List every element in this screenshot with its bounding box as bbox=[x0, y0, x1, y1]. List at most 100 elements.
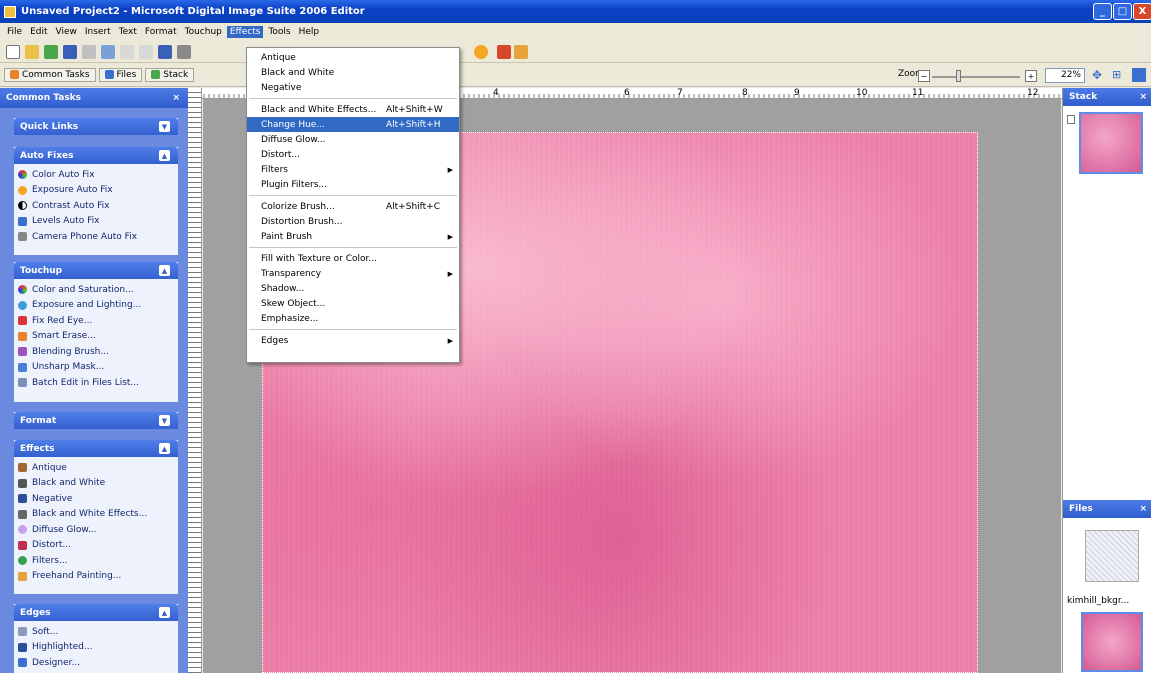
maximize-button[interactable]: □ bbox=[1113, 3, 1132, 20]
tab-common-tasks[interactable]: Common Tasks bbox=[4, 67, 96, 82]
chevron-up-icon[interactable]: ▲ bbox=[159, 607, 170, 618]
copy-icon[interactable] bbox=[177, 44, 191, 59]
email-icon[interactable] bbox=[101, 44, 115, 59]
list-item[interactable]: Color and Saturation... bbox=[14, 282, 178, 298]
close-button[interactable]: X bbox=[1133, 3, 1151, 20]
section-header-format[interactable]: Format ▼ bbox=[14, 412, 178, 429]
list-item[interactable]: Antique bbox=[14, 460, 178, 476]
list-item[interactable]: Batch Edit in Files List... bbox=[14, 375, 178, 391]
menu-item-paint-brush[interactable]: Paint Brush ▶ bbox=[247, 229, 459, 244]
menu-item-distort[interactable]: Distort... bbox=[247, 147, 459, 162]
zoom-in-button[interactable]: + bbox=[1025, 70, 1037, 82]
menu-help[interactable]: Help bbox=[296, 26, 323, 38]
import-icon[interactable] bbox=[44, 44, 58, 59]
list-item[interactable]: Distort... bbox=[14, 538, 178, 554]
chevron-down-icon[interactable]: ▼ bbox=[159, 415, 170, 426]
red-eye-icon bbox=[18, 316, 27, 326]
menu-item-antique[interactable]: Antique bbox=[247, 50, 459, 65]
list-item[interactable]: Exposure and Lighting... bbox=[14, 298, 178, 314]
menu-item-colorize-brush[interactable]: Colorize Brush... Alt+Shift+C bbox=[247, 199, 459, 214]
zoom-slider[interactable] bbox=[932, 76, 1020, 78]
list-item[interactable]: Designer... bbox=[14, 655, 178, 671]
fit-icon[interactable]: ⊞ bbox=[1112, 68, 1121, 81]
menu-view[interactable]: View bbox=[53, 26, 80, 38]
menu-item-transparency[interactable]: Transparency ▶ bbox=[247, 266, 459, 281]
undo-icon[interactable] bbox=[120, 44, 134, 59]
sun-effect-icon[interactable] bbox=[474, 45, 488, 59]
menu-item-black-and-white[interactable]: Black and White bbox=[247, 65, 459, 80]
zoom-out-button[interactable]: − bbox=[918, 70, 930, 82]
section-header-edges[interactable]: Edges ▲ bbox=[14, 604, 178, 621]
list-item[interactable]: Smart Erase... bbox=[14, 329, 178, 345]
open-icon[interactable] bbox=[25, 44, 39, 59]
cut-icon[interactable] bbox=[158, 44, 172, 59]
minimize-button[interactable]: _ bbox=[1093, 3, 1112, 20]
new-icon[interactable] bbox=[6, 44, 20, 59]
stack-thumbnail[interactable] bbox=[1079, 112, 1143, 174]
list-item[interactable]: Unsharp Mask... bbox=[14, 360, 178, 376]
menu-effects[interactable]: Effects bbox=[226, 26, 264, 38]
zoom-value-field[interactable]: 22% bbox=[1045, 68, 1085, 83]
adjust-icon[interactable] bbox=[497, 45, 511, 59]
list-item[interactable]: Blending Brush... bbox=[14, 344, 178, 360]
chevron-up-icon[interactable]: ▲ bbox=[159, 150, 170, 161]
menu-edit[interactable]: Edit bbox=[27, 26, 50, 38]
menu-item-diffuse-glow[interactable]: Diffuse Glow... bbox=[247, 132, 459, 147]
menu-tools[interactable]: Tools bbox=[265, 26, 293, 38]
menu-item-bw-effects[interactable]: Black and White Effects... Alt+Shift+W bbox=[247, 102, 459, 117]
window-title-bar[interactable]: Unsaved Project2 - Microsoft Digital Ima… bbox=[0, 0, 1151, 23]
menu-item-emphasize[interactable]: Emphasize... bbox=[247, 311, 459, 326]
menu-item-change-hue[interactable]: Change Hue... Alt+Shift+H bbox=[247, 117, 459, 132]
file-thumbnail[interactable] bbox=[1085, 530, 1139, 582]
list-item[interactable]: Camera Phone Auto Fix bbox=[14, 229, 178, 245]
section-header-quick-links[interactable]: Quick Links ▼ bbox=[14, 118, 178, 135]
section-header-auto-fixes[interactable]: Auto Fixes ▲ bbox=[14, 147, 178, 164]
chevron-up-icon[interactable]: ▲ bbox=[159, 443, 170, 454]
redo-icon[interactable] bbox=[139, 44, 153, 59]
menu-item-negative[interactable]: Negative bbox=[247, 80, 459, 95]
list-item[interactable]: Color Auto Fix bbox=[14, 167, 178, 183]
save-icon[interactable] bbox=[63, 44, 77, 59]
tab-stack-label: Stack bbox=[163, 69, 189, 80]
list-item[interactable]: Fix Red Eye... bbox=[14, 313, 178, 329]
list-item[interactable]: Negative bbox=[14, 491, 178, 507]
tab-files[interactable]: Files bbox=[98, 67, 143, 82]
list-item[interactable]: Exposure Auto Fix bbox=[14, 183, 178, 199]
list-item[interactable]: Soft... bbox=[14, 624, 178, 640]
list-item[interactable]: Diffuse Glow... bbox=[14, 522, 178, 538]
menu-text[interactable]: Text bbox=[116, 26, 140, 38]
stack-close-icon[interactable]: × bbox=[1139, 92, 1147, 102]
list-item[interactable]: Freehand Painting... bbox=[14, 569, 178, 585]
menu-item-shadow[interactable]: Shadow... bbox=[247, 281, 459, 296]
menu-format[interactable]: Format bbox=[142, 26, 180, 38]
print-icon[interactable] bbox=[82, 44, 96, 59]
menu-insert[interactable]: Insert bbox=[82, 26, 114, 38]
chevron-down-icon[interactable]: ▼ bbox=[159, 121, 170, 132]
files-close-icon[interactable]: × bbox=[1139, 504, 1147, 514]
menu-item-filters[interactable]: Filters ▶ bbox=[247, 162, 459, 177]
list-item[interactable]: Black and White bbox=[14, 476, 178, 492]
list-item[interactable]: Highlighted... bbox=[14, 640, 178, 656]
file-thumbnail-selected[interactable] bbox=[1081, 612, 1143, 672]
menu-item-plugin-filters[interactable]: Plugin Filters... bbox=[247, 177, 459, 192]
section-header-touchup[interactable]: Touchup ▲ bbox=[14, 262, 178, 279]
chevron-up-icon[interactable]: ▲ bbox=[159, 265, 170, 276]
menu-item-skew-object[interactable]: Skew Object... bbox=[247, 296, 459, 311]
overflow-icon[interactable] bbox=[1132, 68, 1146, 82]
list-item[interactable]: Contrast Auto Fix bbox=[14, 198, 178, 214]
menu-touchup[interactable]: Touchup bbox=[182, 26, 225, 38]
menu-item-fill-texture[interactable]: Fill with Texture or Color... bbox=[247, 251, 459, 266]
zoom-slider-thumb[interactable] bbox=[956, 70, 961, 82]
menu-file[interactable]: File bbox=[4, 26, 25, 38]
tab-stack[interactable]: Stack bbox=[145, 67, 195, 82]
list-item[interactable]: Levels Auto Fix bbox=[14, 214, 178, 230]
menu-item-distortion-brush[interactable]: Distortion Brush... bbox=[247, 214, 459, 229]
section-header-effects[interactable]: Effects ▲ bbox=[14, 440, 178, 457]
pan-icon[interactable]: ✥ bbox=[1092, 68, 1102, 82]
list-item[interactable]: Black and White Effects... bbox=[14, 507, 178, 523]
ruler-number: 9 bbox=[794, 88, 800, 98]
menu-item-edges[interactable]: Edges ▶ bbox=[247, 333, 459, 348]
brush-icon[interactable] bbox=[514, 45, 528, 59]
list-item[interactable]: Filters... bbox=[14, 553, 178, 569]
panel-close-icon[interactable]: × bbox=[172, 93, 180, 103]
